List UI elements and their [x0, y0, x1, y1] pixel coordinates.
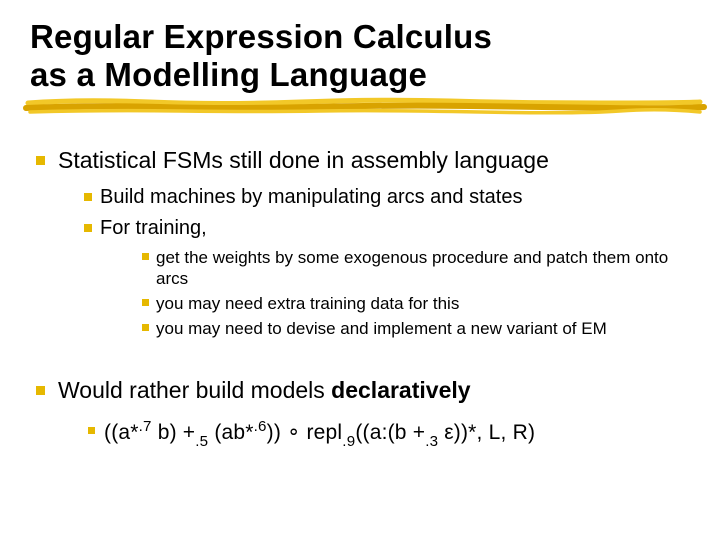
- formula-superscript: .7: [139, 418, 152, 435]
- section1-subitem-0: get the weights by some exogenous proced…: [156, 248, 668, 288]
- bullet-level1: Would rather build models declaratively …: [30, 376, 690, 451]
- section1-item-1: For training,: [100, 217, 207, 239]
- title-underline-decoration: [0, 96, 720, 116]
- formula-part: b) +: [152, 421, 196, 444]
- compose-operator-icon: ∘: [287, 421, 300, 444]
- section1-item-0: Build machines by manipulating arcs and …: [100, 186, 522, 208]
- formula-part: ((a*: [104, 421, 139, 444]
- formula-subscript: .9: [342, 433, 355, 450]
- slide-body: Statistical FSMs still done in assembly …: [30, 146, 690, 451]
- title-line-1: Regular Expression Calculus: [30, 18, 492, 55]
- formula: ((a*.7 b) +.5 (ab*.6)) ∘ repl.9((a:(b +.…: [58, 418, 690, 450]
- bullet-level3: you may need extra training data for thi…: [100, 293, 690, 314]
- formula-part: repl: [300, 421, 342, 444]
- bullet-level2: For training, get the weights by some ex…: [58, 216, 690, 340]
- bullet-level3: get the weights by some exogenous proced…: [100, 247, 690, 290]
- formula-superscript: .6: [254, 418, 267, 435]
- title-line-2: as a Modelling Language: [30, 56, 427, 93]
- section2-heading-pre: Would rather build models: [58, 377, 331, 403]
- formula-subscript: .5: [195, 433, 208, 450]
- section1-subitem-1: you may need extra training data for thi…: [156, 294, 459, 313]
- bullet-level3: you may need to devise and implement a n…: [100, 318, 690, 339]
- bullet-level1: Statistical FSMs still done in assembly …: [30, 146, 690, 340]
- section1-subitem-2: you may need to devise and implement a n…: [156, 319, 607, 338]
- formula-part: ε))*, L, R): [438, 421, 535, 444]
- formula-part: )): [267, 421, 287, 444]
- formula-part: ((a:(b +: [355, 421, 425, 444]
- formula-part: (ab*: [208, 421, 253, 444]
- slide: Regular Expression Calculus as a Modelli…: [0, 0, 720, 540]
- section1-heading: Statistical FSMs still done in assembly …: [58, 147, 549, 173]
- section2-heading-bold: declaratively: [331, 377, 470, 403]
- slide-title: Regular Expression Calculus as a Modelli…: [30, 18, 690, 94]
- formula-subscript: .3: [425, 433, 438, 450]
- bullet-level2: Build machines by manipulating arcs and …: [58, 185, 690, 210]
